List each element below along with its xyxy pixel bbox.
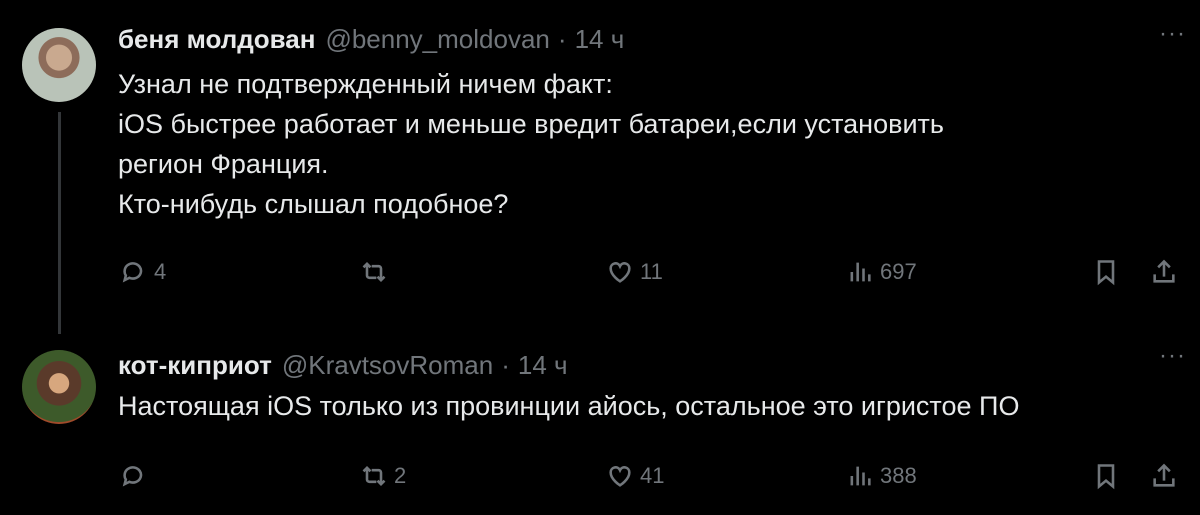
reply-count: 4 — [154, 259, 167, 284]
tweet-header: беня молдован @benny_moldovan · 14 ч — [118, 22, 624, 56]
tweet-text-line: Узнал не подтвержденный ничем факт: — [118, 69, 613, 99]
tweet-text: Узнал не подтвержденный ничем факт: iOS … — [118, 64, 1158, 224]
views-button[interactable]: 388 — [846, 462, 917, 490]
tweet-text-line: регион Франция. — [118, 149, 329, 179]
like-button[interactable]: 41 — [606, 462, 664, 490]
bookmark-button[interactable] — [1092, 462, 1120, 490]
bookmark-button[interactable] — [1092, 258, 1120, 286]
reply-icon — [122, 466, 143, 487]
like-icon — [609, 466, 631, 487]
tweet-text: Настоящая iOS только из провинции айось,… — [118, 386, 1158, 426]
timestamp[interactable]: 14 ч — [575, 24, 625, 55]
bookmark-icon — [1097, 260, 1115, 286]
retweet-icon — [362, 466, 386, 486]
action-bar: 4 11 697 — [0, 252, 1200, 292]
share-icon — [1153, 463, 1175, 487]
more-options-icon[interactable]: ··· — [1159, 20, 1186, 48]
tweet-text-line: Настоящая iOS только из провинции айось,… — [118, 391, 1020, 421]
like-button[interactable]: 11 — [606, 258, 663, 286]
timestamp[interactable]: 14 ч — [518, 350, 568, 381]
avatar[interactable] — [22, 28, 96, 102]
tweet[interactable]: беня молдован @benny_moldovan · 14 ч ···… — [0, 0, 1200, 334]
views-icon — [850, 262, 871, 282]
like-icon — [609, 262, 631, 283]
share-icon — [1153, 259, 1175, 283]
like-count: 11 — [640, 259, 663, 284]
separator: · — [557, 23, 567, 54]
views-count: 388 — [880, 463, 917, 488]
retweet-icon — [362, 262, 386, 282]
reply-icon — [122, 262, 143, 283]
reply-button[interactable] — [120, 462, 154, 490]
tweet-header: кот-киприот @KravtsovRoman · 14 ч — [118, 348, 568, 382]
retweet-count: 2 — [394, 463, 407, 488]
separator: · — [501, 349, 510, 380]
tweet-text-line: Кто-нибудь слышал подобное? — [118, 189, 509, 219]
avatar[interactable] — [22, 350, 96, 424]
tweet[interactable]: кот-киприот @KravtsovRoman · 14 ч ··· На… — [0, 330, 1200, 515]
views-count: 697 — [880, 259, 917, 284]
views-button[interactable]: 697 — [846, 258, 917, 286]
share-button[interactable] — [1150, 462, 1178, 490]
reply-button[interactable]: 4 — [120, 258, 166, 286]
author-name[interactable]: кот-киприот — [118, 350, 272, 381]
action-bar: 2 41 388 — [0, 456, 1200, 496]
thread-line — [58, 112, 61, 334]
author-name[interactable]: беня молдован — [118, 24, 315, 55]
bookmark-icon — [1097, 464, 1115, 490]
author-handle[interactable]: @benny_moldovan — [325, 24, 549, 55]
more-options-icon[interactable]: ··· — [1159, 342, 1186, 370]
views-icon — [850, 466, 871, 486]
retweet-button[interactable] — [360, 258, 394, 286]
author-handle[interactable]: @KravtsovRoman — [282, 350, 493, 381]
tweet-text-line: iOS быстрее работает и меньше вредит бат… — [118, 109, 944, 139]
retweet-button[interactable]: 2 — [360, 462, 406, 490]
share-button[interactable] — [1150, 258, 1178, 286]
like-count: 41 — [640, 463, 665, 488]
